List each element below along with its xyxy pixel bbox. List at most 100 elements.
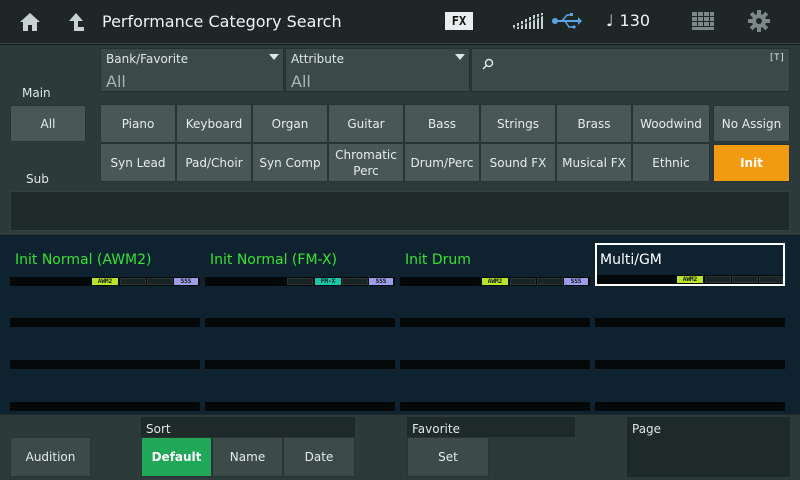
tag-slot: [120, 278, 146, 285]
title-bar: Performance Category Search FX ♩ 130: [0, 0, 800, 44]
result-tag-bar: FM-X SSS: [205, 277, 395, 286]
result-name: Multi/GM: [600, 252, 662, 268]
category-init[interactable]: Init: [713, 144, 790, 182]
category-guitar[interactable]: Guitar: [328, 104, 404, 143]
search-icon: [482, 55, 494, 70]
bank-favorite-value: All: [106, 72, 126, 91]
sss-tag: SSS: [369, 278, 393, 285]
grid-icon[interactable]: [692, 12, 714, 30]
result-item-empty[interactable]: [595, 360, 785, 369]
home-icon[interactable]: [16, 8, 44, 36]
result-item-empty[interactable]: [10, 402, 200, 411]
result-item-init-normal-awm2[interactable]: Init Normal (AWM2) AWM2 SSS: [10, 244, 200, 286]
search-panel: Main Bank/Favorite All Attribute All [T]…: [0, 45, 800, 235]
result-item-empty[interactable]: [205, 318, 395, 327]
sort-default-button[interactable]: Default: [141, 437, 212, 477]
result-item-empty[interactable]: [595, 402, 785, 411]
category-sound-fx[interactable]: Sound FX: [480, 143, 556, 182]
category-brass[interactable]: Brass: [556, 104, 632, 143]
fx-badge[interactable]: FX: [445, 12, 473, 30]
category-chromatic-perc[interactable]: Chromatic Perc: [328, 143, 404, 182]
sort-group-header: Sort: [141, 417, 355, 437]
gear-icon[interactable]: [748, 10, 770, 32]
result-item-empty[interactable]: [10, 318, 200, 327]
tag-slot: [147, 278, 173, 285]
category-all-button[interactable]: All: [10, 105, 86, 142]
text-input-icon: [T]: [768, 53, 785, 63]
bank-favorite-dropdown[interactable]: Bank/Favorite All: [100, 48, 284, 92]
attribute-value: All: [291, 72, 311, 91]
category-grid: Piano Keyboard Organ Guitar Bass Strings…: [100, 104, 710, 182]
dropdown-arrow-icon: [455, 54, 465, 60]
category-organ[interactable]: Organ: [252, 104, 328, 143]
level-meter-icon: [511, 12, 548, 30]
category-drum-perc[interactable]: Drum/Perc: [404, 143, 480, 182]
favorite-set-button[interactable]: Set: [407, 437, 489, 477]
result-name: Init Normal (FM-X): [210, 252, 337, 268]
dropdown-arrow-icon: [269, 54, 279, 60]
category-bass[interactable]: Bass: [404, 104, 480, 143]
attribute-label: Attribute: [291, 52, 344, 66]
sss-tag: SSS: [564, 278, 588, 285]
page-title: Performance Category Search: [102, 12, 342, 31]
result-item-empty[interactable]: [400, 402, 590, 411]
tempo-value: 130: [619, 11, 651, 30]
result-item-empty[interactable]: [205, 402, 395, 411]
audition-button[interactable]: Audition: [10, 437, 91, 477]
result-item-init-normal-fmx[interactable]: Init Normal (FM-X) FM-X SSS: [205, 244, 395, 286]
page-group: Page: [627, 417, 790, 477]
result-tag-bar: AWM2: [597, 275, 783, 284]
category-woodwind[interactable]: Woodwind: [632, 104, 710, 143]
awm2-tag: AWM2: [482, 278, 508, 285]
result-tag-bar: AWM2 SSS: [10, 277, 200, 286]
sort-label: Sort: [146, 422, 171, 436]
category-strings[interactable]: Strings: [480, 104, 556, 143]
category-no-assign[interactable]: No Assign: [713, 105, 790, 142]
tag-slot: [759, 276, 783, 283]
tag-slot: [510, 278, 536, 285]
result-name: Init Normal (AWM2): [15, 252, 152, 268]
sort-date-button[interactable]: Date: [283, 437, 355, 477]
category-keyboard[interactable]: Keyboard: [176, 104, 252, 143]
category-syn-lead[interactable]: Syn Lead: [100, 143, 176, 182]
tag-slot: [537, 278, 563, 285]
result-item-empty[interactable]: [400, 360, 590, 369]
sort-name-button[interactable]: Name: [212, 437, 283, 477]
favorite-label: Favorite: [412, 422, 460, 436]
tag-slot: [732, 276, 758, 283]
favorite-group-header: Favorite: [407, 417, 575, 437]
keyword-search-input[interactable]: [T]: [471, 48, 790, 92]
awm2-tag: AWM2: [677, 276, 703, 283]
tag-slot: [705, 276, 731, 283]
result-item-multi-gm[interactable]: Multi/GM AWM2: [595, 243, 785, 286]
tempo-display[interactable]: ♩ 130: [606, 11, 650, 30]
result-item-empty[interactable]: [595, 318, 785, 327]
result-tag-bar: AWM2 SSS: [400, 277, 590, 286]
category-piano[interactable]: Piano: [100, 104, 176, 143]
bottom-bar: Audition Sort Default Name Date Favorite…: [0, 414, 800, 480]
note-icon: ♩: [606, 11, 614, 30]
result-name: Init Drum: [405, 252, 471, 268]
bank-favorite-label: Bank/Favorite: [106, 52, 189, 66]
category-syn-comp[interactable]: Syn Comp: [252, 143, 328, 182]
attribute-dropdown[interactable]: Attribute All: [285, 48, 470, 92]
tag-slot: [342, 278, 368, 285]
up-arrow-icon[interactable]: [62, 8, 90, 36]
awm2-tag: AWM2: [92, 278, 118, 285]
fmx-tag: FM-X: [315, 278, 341, 285]
sub-category-strip: [10, 191, 790, 231]
result-item-empty[interactable]: [400, 318, 590, 327]
result-item-init-drum[interactable]: Init Drum AWM2 SSS: [400, 244, 590, 286]
result-item-empty[interactable]: [205, 360, 395, 369]
tag-slot: [287, 278, 313, 285]
category-pad-choir[interactable]: Pad/Choir: [176, 143, 252, 182]
page-label: Page: [632, 422, 662, 436]
sss-tag: SSS: [174, 278, 198, 285]
category-ethnic[interactable]: Ethnic: [632, 143, 710, 182]
result-item-empty[interactable]: [10, 360, 200, 369]
main-label: Main: [22, 86, 51, 100]
sub-label: Sub: [26, 172, 49, 186]
category-musical-fx[interactable]: Musical FX: [556, 143, 632, 182]
results-list: Init Normal (AWM2) AWM2 SSS Init Normal …: [0, 236, 800, 414]
usb-icon: [552, 12, 582, 30]
